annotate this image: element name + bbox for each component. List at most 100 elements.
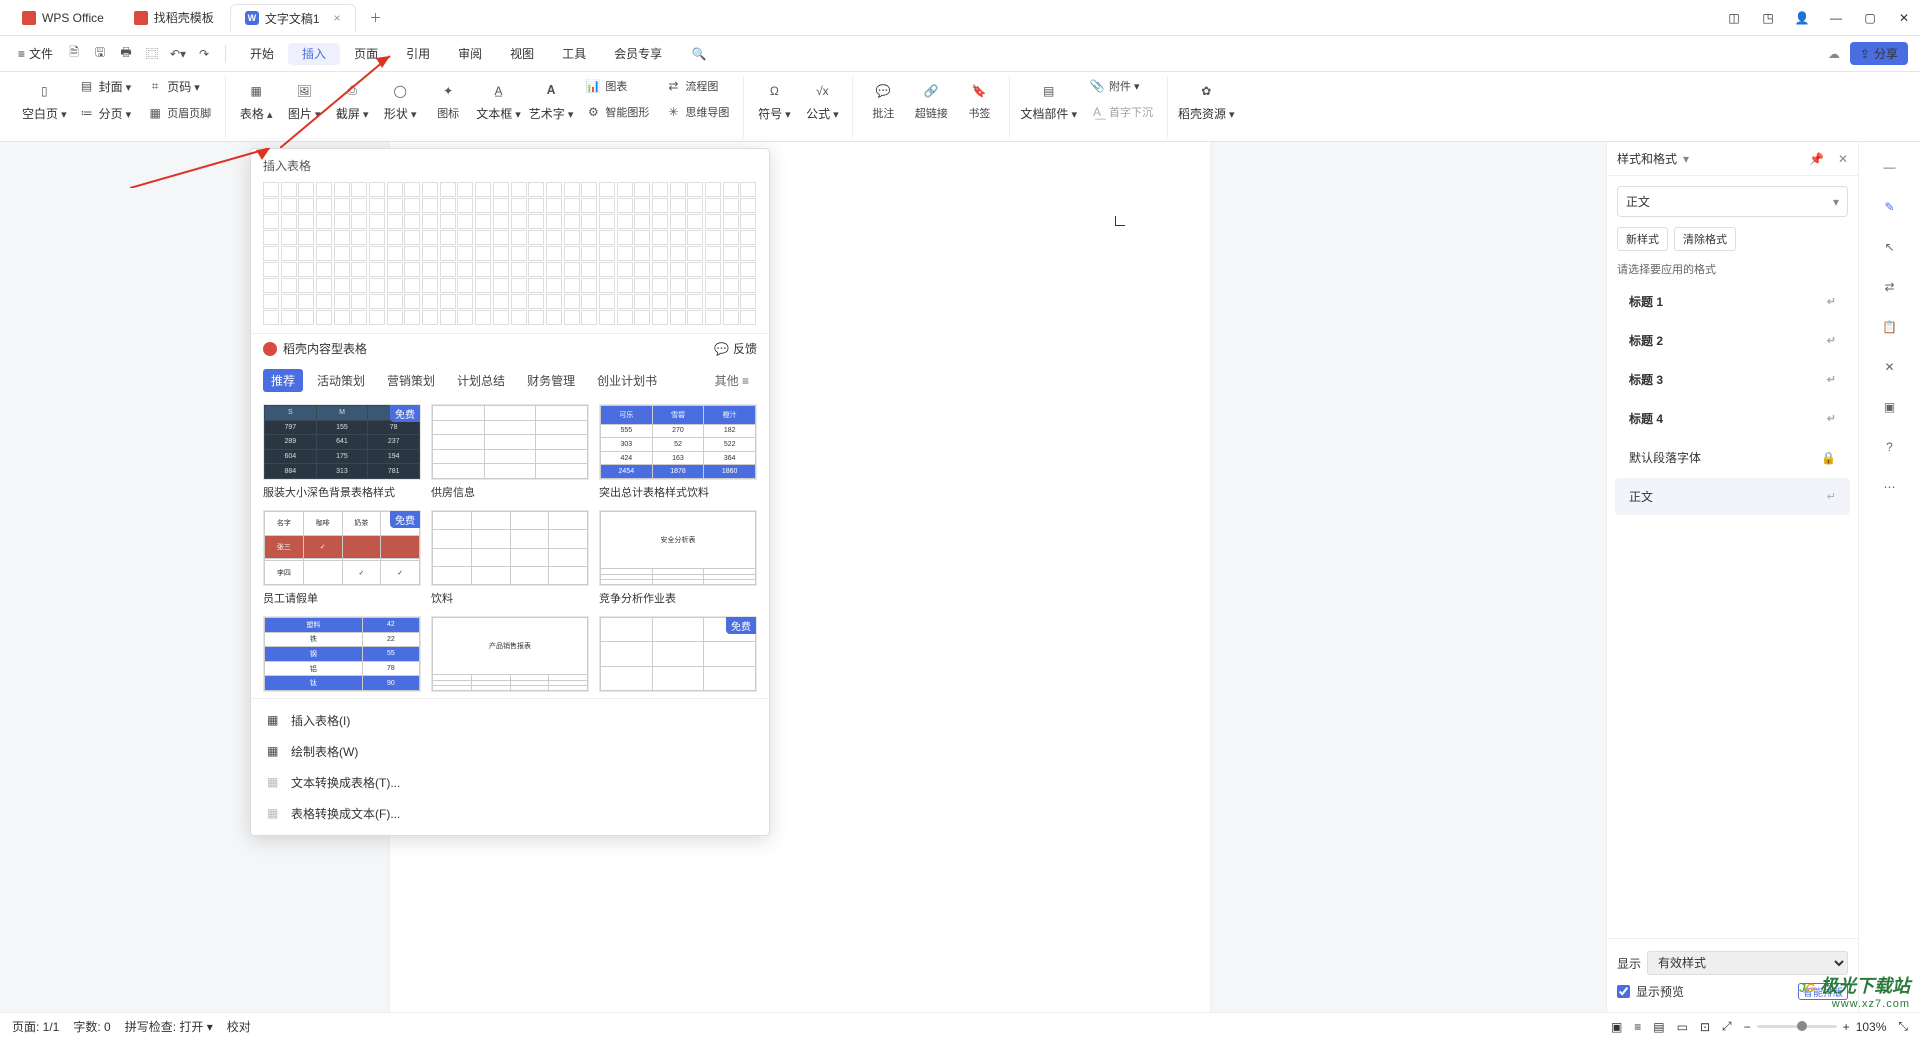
cloud-icon[interactable]: ☁ [1828, 47, 1840, 61]
textbox-button[interactable]: A̲文本框 ▾ [476, 76, 521, 122]
close-panel-icon[interactable]: ✕ [1838, 152, 1848, 166]
fit-width-icon[interactable]: ⤢ [1722, 1019, 1732, 1034]
preview-checkbox[interactable] [1617, 985, 1630, 998]
word-count[interactable]: 字数: 0 [73, 1018, 110, 1035]
image-button[interactable]: 🖼图片 ▾ [284, 76, 324, 122]
cover-page-button[interactable]: ▤封面 ▾ [75, 76, 136, 97]
zoom-in-icon[interactable]: + [1843, 1020, 1850, 1034]
help-icon[interactable]: ? [1879, 436, 1901, 458]
template-card[interactable]: 供房信息 [431, 404, 589, 500]
cube-icon[interactable]: ◳ [1760, 11, 1776, 25]
equation-button[interactable]: √x公式 ▾ [802, 76, 842, 122]
close-tab-icon[interactable]: × [334, 11, 341, 25]
new-tab-button[interactable]: ＋ [364, 6, 388, 30]
more-icon[interactable]: ⋯ [1879, 476, 1901, 498]
save-icon[interactable]: 🖫 [89, 43, 111, 65]
insert-table-menuitem[interactable]: ▦插入表格(I) [255, 705, 765, 736]
fit-page-icon[interactable]: ⊡ [1700, 1020, 1710, 1034]
wordart-button[interactable]: 𝐀艺术字 ▾ [529, 76, 574, 122]
header-footer-button[interactable]: ▦页眉页脚 [143, 103, 215, 123]
clipboard-icon[interactable]: 📋 [1879, 316, 1901, 338]
table-button[interactable]: ▦表格 ▴ [236, 76, 276, 122]
template-card[interactable]: 塑料42铁22钢55铝78钛90 [263, 616, 421, 696]
category-tab[interactable]: 营销策划 [379, 369, 443, 392]
category-tab[interactable]: 推荐 [263, 369, 303, 392]
shape-button[interactable]: ◯形状 ▾ [380, 76, 420, 122]
category-tab[interactable]: 创业计划书 [589, 369, 665, 392]
chart-button[interactable]: 📊图表 [581, 76, 653, 96]
mindmap-button[interactable]: ✳思维导图 [661, 102, 733, 122]
page-indicator[interactable]: 页面: 1/1 [12, 1018, 59, 1035]
style-item[interactable]: 标题 1↵ [1615, 283, 1850, 320]
view-read-icon[interactable]: ▭ [1677, 1020, 1688, 1034]
style-item[interactable]: 标题 2↵ [1615, 322, 1850, 359]
select-arrow-icon[interactable]: ↖ [1879, 236, 1901, 258]
pin-icon[interactable]: 📌 [1809, 152, 1824, 166]
settings-sliders-icon[interactable]: ⇄ [1879, 276, 1901, 298]
page-number-button[interactable]: ⌗页码 ▾ [143, 76, 215, 97]
docparts-button[interactable]: ▤文档部件 ▾ [1020, 76, 1077, 122]
attachment-button[interactable]: 📎附件 ▾ [1085, 76, 1157, 96]
collapse-sidebar-icon[interactable]: — [1879, 156, 1901, 178]
symbol-button[interactable]: Ω符号 ▾ [754, 76, 794, 122]
menu-tab-会员专享[interactable]: 会员专享 [600, 43, 676, 65]
tab-document[interactable]: W文字文稿1× [230, 4, 356, 32]
docer-tables-header[interactable]: 稻壳内容型表格 💬反馈 [251, 333, 769, 363]
tab-docer[interactable]: 找稻壳模板 [120, 4, 228, 32]
flowchart-button[interactable]: ⇄流程图 [661, 76, 733, 96]
menu-tab-审阅[interactable]: 审阅 [444, 43, 496, 65]
maximize-icon[interactable]: ▢ [1862, 11, 1878, 25]
layout-icon[interactable]: ▣ [1879, 396, 1901, 418]
print-icon[interactable]: 🖶 [115, 43, 137, 65]
docer-resources-button[interactable]: ✿稻壳资源 ▾ [1178, 76, 1235, 122]
search-icon[interactable]: 🔍 [688, 43, 710, 65]
template-card[interactable]: 可乐雪碧橙汁5552701823035252242416336424541878… [599, 404, 757, 500]
zoom-slider[interactable] [1757, 1025, 1837, 1028]
view-layout-icon[interactable]: ▣ [1611, 1020, 1622, 1034]
clear-format-button[interactable]: 清除格式 [1674, 227, 1736, 251]
style-item[interactable]: 标题 4↵ [1615, 400, 1850, 437]
fullscreen-icon[interactable]: ⤡ [1898, 1019, 1908, 1034]
undo-icon[interactable]: ↶▾ [167, 43, 189, 65]
sidebar-toggle-icon[interactable]: ◫ [1726, 11, 1742, 25]
template-card[interactable]: 饮料 [431, 510, 589, 606]
feedback-link[interactable]: 💬反馈 [714, 340, 757, 357]
smartart-button[interactable]: ⚙智能图形 [581, 102, 653, 122]
view-outline-icon[interactable]: ▤ [1653, 1020, 1664, 1034]
template-card[interactable]: 免费 [599, 616, 757, 696]
category-other[interactable]: 其他 ≡ [707, 369, 757, 392]
category-tab[interactable]: 财务管理 [519, 369, 583, 392]
table-size-grid[interactable] [251, 182, 769, 333]
comment-button[interactable]: 💬批注 [863, 76, 903, 121]
close-window-icon[interactable]: ✕ [1896, 11, 1912, 25]
zoom-out-icon[interactable]: − [1744, 1020, 1751, 1034]
print-preview-icon[interactable]: ⿴ [141, 43, 163, 65]
edit-pencil-icon[interactable]: ✎ [1879, 196, 1901, 218]
user-avatar-icon[interactable]: 👤 [1794, 11, 1810, 25]
style-item[interactable]: 标题 3↵ [1615, 361, 1850, 398]
zoom-value[interactable]: 103% [1856, 1020, 1887, 1034]
current-style-select[interactable]: 正文▾ [1617, 186, 1848, 217]
draw-table-menuitem[interactable]: ▦绘制表格(W) [255, 736, 765, 767]
minimize-icon[interactable]: — [1828, 11, 1844, 25]
template-card[interactable]: 产品销售报表 [431, 616, 589, 696]
bookmark-button[interactable]: 🔖书签 [959, 76, 999, 121]
new-style-button[interactable]: 新样式 [1617, 227, 1668, 251]
share-button[interactable]: ⇪分享 [1850, 42, 1908, 65]
proofing-status[interactable]: 校对 [227, 1018, 251, 1035]
spellcheck-status[interactable]: 拼写检查: 打开 ▾ [125, 1018, 213, 1035]
dropcap-button[interactable]: A͟首字下沉 [1085, 102, 1157, 122]
style-item-default-font[interactable]: 默认段落字体🔒 [1615, 439, 1850, 476]
menu-tab-引用[interactable]: 引用 [392, 43, 444, 65]
new-doc-icon[interactable]: 🗎 [63, 43, 85, 65]
view-web-icon[interactable]: ≡ [1634, 1020, 1641, 1034]
menu-tab-工具[interactable]: 工具 [548, 43, 600, 65]
screenshot-button[interactable]: ⎙截屏 ▾ [332, 76, 372, 122]
template-card[interactable]: 免费名字咖啡奶茶果汁张三✓李四✓✓员工请假单 [263, 510, 421, 606]
menu-tab-页面[interactable]: 页面 [340, 43, 392, 65]
hyperlink-button[interactable]: 🔗超链接 [911, 76, 951, 121]
category-tab[interactable]: 活动策划 [309, 369, 373, 392]
template-card[interactable]: 安全分析表竞争分析作业表 [599, 510, 757, 606]
category-tab[interactable]: 计划总结 [449, 369, 513, 392]
section-break-button[interactable]: ≔分页 ▾ [75, 103, 136, 124]
